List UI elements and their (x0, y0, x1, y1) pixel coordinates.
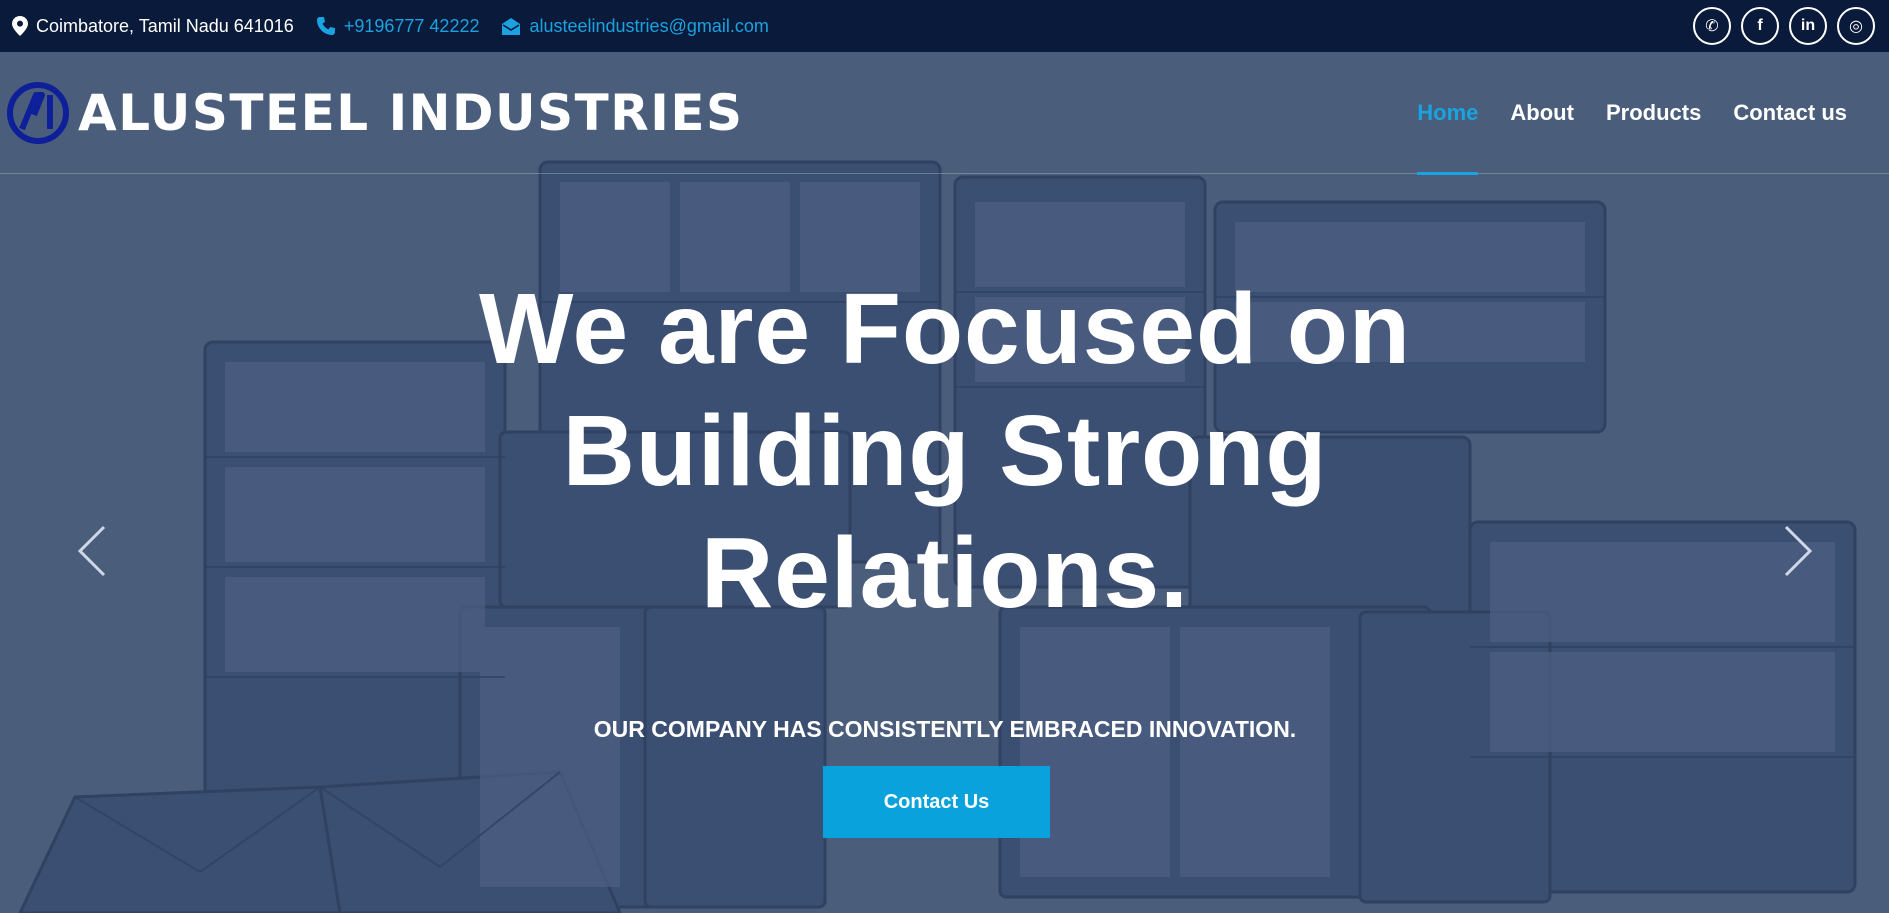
location-text: Coimbatore, Tamil Nadu 641016 (36, 15, 294, 36)
nav-item-about[interactable]: About (1510, 52, 1574, 174)
hero-subtitle: OUR COMPANY HAS CONSISTENTLY EMBRACED IN… (593, 716, 1297, 742)
main-nav: Home About Products Contact us (1385, 52, 1847, 175)
hero-title: We are Focused on Building Strong Relati… (420, 268, 1470, 634)
chevron-left-icon (77, 525, 106, 577)
social-links: ✆ f in ◎ (1693, 7, 1875, 45)
carousel-prev-button[interactable] (76, 525, 108, 582)
nav-item-contact-us[interactable]: Contact us (1733, 52, 1847, 174)
email-text[interactable]: alusteelindustries@gmail.com (529, 16, 768, 37)
phone-text[interactable]: +9196777 42222 (344, 16, 480, 37)
envelope-open-icon (502, 18, 521, 35)
top-contact-bar: Coimbatore, Tamil Nadu 641016 +9196777 4… (0, 0, 1889, 52)
brand-name: ALUSTEEL INDUSTRIES (78, 84, 744, 142)
brand-logo[interactable]: ALUSTEEL INDUSTRIES (6, 81, 744, 145)
hero-title-line-3: Relations. (701, 517, 1189, 629)
alusteel-logo-icon (7, 82, 69, 144)
nav-item-products[interactable]: Products (1606, 52, 1701, 174)
map-pin-icon (12, 16, 28, 36)
linkedin-icon[interactable]: in (1789, 7, 1827, 45)
hero-title-line-1: We are Focused on (478, 273, 1412, 385)
nav-item-home[interactable]: Home (1417, 52, 1479, 175)
email-link[interactable]: alusteelindustries@gmail.com (501, 16, 769, 37)
contact-us-button[interactable]: Contact Us (823, 766, 1050, 838)
hero-title-line-2: Building Strong (562, 395, 1328, 507)
chevron-right-icon (1784, 525, 1813, 577)
whatsapp-icon[interactable]: ✆ (1693, 7, 1731, 45)
carousel-next-button[interactable] (1782, 525, 1814, 582)
facebook-icon[interactable]: f (1741, 7, 1779, 45)
instagram-icon[interactable]: ◎ (1837, 7, 1875, 45)
location-item: Coimbatore, Tamil Nadu 641016 (12, 16, 294, 37)
phone-icon (316, 17, 335, 35)
site-header: ALUSTEEL INDUSTRIES Home About Products … (0, 52, 1889, 175)
phone-link[interactable]: +9196777 42222 (316, 16, 480, 37)
